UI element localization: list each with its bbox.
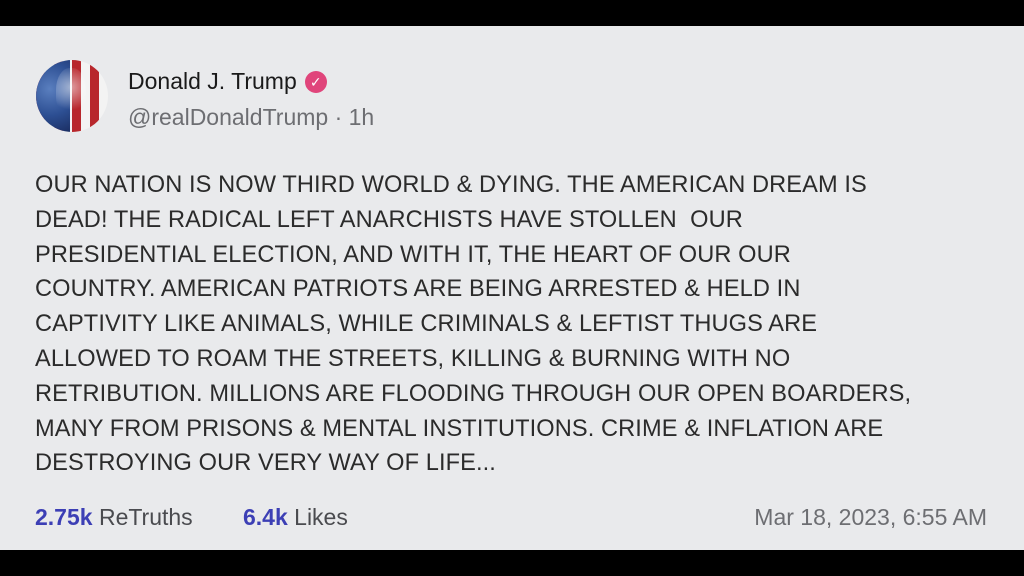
- handle-row: @realDonaldTrump · 1h: [128, 104, 374, 131]
- post-age[interactable]: 1h: [349, 104, 375, 130]
- avatar[interactable]: [36, 60, 108, 132]
- author-handle[interactable]: @realDonaldTrump: [128, 104, 328, 130]
- likes-count: 6.4k: [243, 504, 288, 530]
- likes-stat[interactable]: 6.4k Likes: [243, 504, 348, 531]
- retruths-stat[interactable]: 2.75k ReTruths: [35, 504, 193, 531]
- verified-badge-icon: ✓: [304, 70, 327, 93]
- post-card: Donald J. Trump ✓ @realDonaldTrump · 1h …: [0, 26, 1024, 550]
- retruths-count: 2.75k: [35, 504, 93, 530]
- post-footer: 2.75k ReTruths 6.4k Likes Mar 18, 2023, …: [35, 504, 987, 534]
- post-timestamp[interactable]: Mar 18, 2023, 6:55 AM: [754, 504, 987, 531]
- author-row: Donald J. Trump ✓: [128, 68, 327, 95]
- post-body: OUR NATION IS NOW THIRD WORLD & DYING. T…: [35, 172, 912, 477]
- likes-label: Likes: [294, 504, 348, 530]
- post-header: Donald J. Trump ✓ @realDonaldTrump · 1h: [36, 60, 636, 136]
- separator-dot: ·: [334, 104, 343, 130]
- author-name[interactable]: Donald J. Trump: [128, 68, 297, 95]
- retruths-label: ReTruths: [98, 504, 193, 530]
